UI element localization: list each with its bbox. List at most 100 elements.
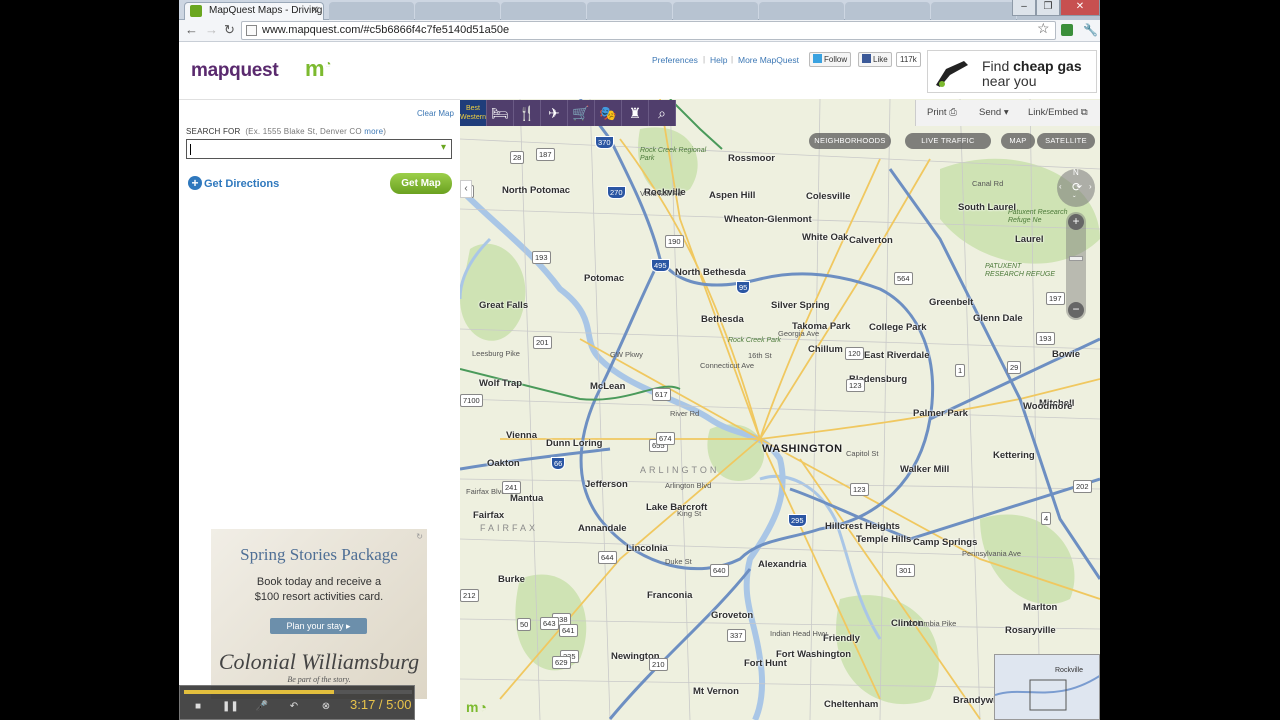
send-button[interactable]: Send ▾ bbox=[979, 107, 1009, 118]
tab-inactive[interactable] bbox=[673, 2, 758, 20]
tab-mapquest[interactable]: MapQuest Maps - Driving D ✕ bbox=[184, 2, 324, 20]
search-input[interactable]: ▾ bbox=[186, 139, 452, 159]
zoom-in-icon[interactable]: + bbox=[1068, 214, 1084, 230]
plus-icon: + bbox=[188, 176, 202, 190]
tab-inactive[interactable] bbox=[329, 2, 414, 20]
forward-icon[interactable]: → bbox=[205, 22, 218, 37]
pan-south-icon[interactable]: ˇ bbox=[1073, 195, 1076, 204]
bookmark-star-icon[interactable]: ☆ bbox=[1037, 20, 1050, 37]
tab-inactive[interactable] bbox=[845, 2, 930, 20]
mapquest-logo[interactable]: mapquest bbox=[191, 60, 279, 82]
more-mapquest-link[interactable]: More MapQuest bbox=[738, 55, 799, 65]
entertainment-icon[interactable]: 🎭 bbox=[595, 100, 622, 126]
help-link[interactable]: Help bbox=[710, 55, 727, 65]
route-shield-icon: 241 bbox=[502, 481, 521, 494]
route-shield-icon: 1 bbox=[955, 364, 966, 377]
clear-map-link[interactable]: Clear Map bbox=[417, 109, 454, 118]
map-road-label: Indian Head Hwy bbox=[770, 629, 828, 638]
get-directions-button[interactable]: + Get Directions bbox=[188, 176, 279, 190]
link-embed-button[interactable]: Link/Embed ⧉ bbox=[1028, 107, 1088, 118]
print-label: Print bbox=[927, 107, 947, 118]
close-circle-icon[interactable]: ⊗ bbox=[318, 700, 334, 714]
pan-east-icon[interactable]: › bbox=[1089, 182, 1092, 191]
map-view-toggle[interactable]: MAP bbox=[1001, 133, 1035, 149]
tab-inactive[interactable] bbox=[415, 2, 500, 20]
map-region-label: FAIRFAX bbox=[480, 523, 539, 533]
route-shield-icon: 7100 bbox=[460, 394, 483, 407]
route-shield-icon: 193 bbox=[1036, 332, 1055, 345]
map-place-label: Calverton bbox=[849, 235, 893, 246]
wrench-icon[interactable]: 🔧 bbox=[1083, 23, 1098, 37]
map-place-label: Kettering bbox=[993, 450, 1035, 461]
extension-icon[interactable] bbox=[1061, 24, 1073, 36]
best-western-icon[interactable]: Best Western bbox=[460, 100, 487, 126]
microphone-icon[interactable]: 🎤 bbox=[254, 700, 270, 714]
tab-title: MapQuest Maps - Driving D bbox=[209, 5, 324, 16]
search-label: SEARCH FOR (Ex. 1555 Blake St, Denver CO… bbox=[186, 127, 387, 136]
print-button[interactable]: Print ⎙ bbox=[927, 107, 957, 118]
close-tab-icon[interactable]: ✕ bbox=[311, 3, 319, 19]
neighborhoods-toggle[interactable]: NEIGHBORHOODS bbox=[809, 133, 891, 149]
map-road-label: Arlington Blvd bbox=[665, 481, 712, 490]
recenter-icon[interactable]: ⟳ bbox=[1072, 180, 1082, 194]
mapquest-logo-mark-icon: m◔ bbox=[305, 56, 332, 81]
get-map-button[interactable]: Get Map bbox=[390, 173, 452, 194]
undo-icon[interactable]: ↶ bbox=[286, 700, 302, 714]
minimize-icon[interactable]: – bbox=[1012, 0, 1036, 16]
text-caret bbox=[190, 144, 191, 155]
map-canvas[interactable]: WASHINGTON Rockville Aspen Hill Wheaton-Gle… bbox=[460, 99, 1100, 720]
colonial-williamsburg-ad[interactable]: ↻ Spring Stories Package Book today and … bbox=[211, 529, 427, 699]
gas-ad-bold: cheap gas bbox=[1013, 58, 1082, 74]
route-shield-icon: 50 bbox=[517, 618, 532, 631]
zoom-out-icon[interactable]: − bbox=[1068, 302, 1084, 318]
chevron-down-icon[interactable]: ▾ bbox=[441, 142, 446, 153]
zoom-thumb[interactable] bbox=[1069, 256, 1083, 261]
back-icon[interactable]: ← bbox=[185, 22, 198, 37]
address-bar[interactable]: www.mapquest.com/#c5b6866f4c7fe5140d51a5… bbox=[241, 21, 1056, 40]
route-shield-icon: 643 bbox=[540, 617, 559, 630]
category-bar: Best Western 🛏 🍴 ✈ 🛒 🎭 ♜ ⌕ bbox=[460, 100, 676, 126]
cheap-gas-ad[interactable]: Find cheap gas near you bbox=[927, 50, 1097, 93]
live-traffic-toggle[interactable]: LIVE TRAFFIC bbox=[905, 133, 991, 149]
seek-bar[interactable] bbox=[184, 690, 412, 694]
pause-icon[interactable]: ❚❚ bbox=[222, 700, 239, 714]
twitter-follow-button[interactable]: Follow bbox=[809, 52, 852, 67]
hotel-icon[interactable]: 🛏 bbox=[487, 100, 514, 126]
map-place-label: Mt Vernon bbox=[693, 686, 739, 697]
sidebar: Clear Map SEARCH FOR (Ex. 1555 Blake St,… bbox=[179, 99, 460, 720]
tab-inactive[interactable] bbox=[759, 2, 844, 20]
plan-your-stay-button[interactable]: Plan your stay ▸ bbox=[270, 618, 367, 634]
map-place-label: Friendly bbox=[823, 633, 860, 644]
tab-inactive[interactable] bbox=[931, 2, 1016, 20]
zoom-slider[interactable]: + − bbox=[1066, 212, 1086, 320]
shopping-icon[interactable]: 🛒 bbox=[568, 100, 595, 126]
ad-choices-icon[interactable]: ↻ bbox=[416, 532, 423, 541]
stop-icon[interactable]: ■ bbox=[190, 700, 206, 714]
search-more-link[interactable]: more bbox=[364, 127, 383, 136]
route-shield-icon: 29 bbox=[1007, 361, 1022, 374]
collapse-sidebar-button[interactable]: ‹ bbox=[460, 180, 472, 198]
pan-control[interactable]: N ‹ › ⟳ ˇ bbox=[1057, 168, 1095, 207]
mapquest-badge-icon: m◔ bbox=[466, 699, 487, 715]
pan-west-icon[interactable]: ‹ bbox=[1059, 182, 1062, 191]
map-place-label: Marlton bbox=[1023, 602, 1058, 613]
search-icon[interactable]: ⌕ bbox=[649, 100, 676, 126]
route-shield-icon: 644 bbox=[598, 551, 617, 564]
reload-icon[interactable]: ↻ bbox=[224, 22, 235, 38]
maximize-icon[interactable]: ❐ bbox=[1036, 0, 1060, 16]
page-icon bbox=[246, 25, 257, 36]
preferences-link[interactable]: Preferences bbox=[652, 55, 698, 65]
route-shield-icon: 337 bbox=[727, 629, 746, 642]
travel-icon[interactable]: ✈ bbox=[541, 100, 568, 126]
tab-inactive[interactable] bbox=[501, 2, 586, 20]
attractions-icon[interactable]: ♜ bbox=[622, 100, 649, 126]
satellite-view-toggle[interactable]: SATELLITE bbox=[1037, 133, 1095, 149]
facebook-like-button[interactable]: Like bbox=[858, 52, 892, 67]
map-place-label: Woodmore bbox=[1023, 401, 1073, 412]
link-icon: ⧉ bbox=[1080, 107, 1088, 118]
overview-minimap[interactable]: Rockville bbox=[994, 654, 1100, 720]
close-window-icon[interactable]: ✕ bbox=[1060, 0, 1100, 16]
map-place-label: Burke bbox=[498, 574, 525, 585]
food-icon[interactable]: 🍴 bbox=[514, 100, 541, 126]
tab-inactive[interactable] bbox=[587, 2, 672, 20]
